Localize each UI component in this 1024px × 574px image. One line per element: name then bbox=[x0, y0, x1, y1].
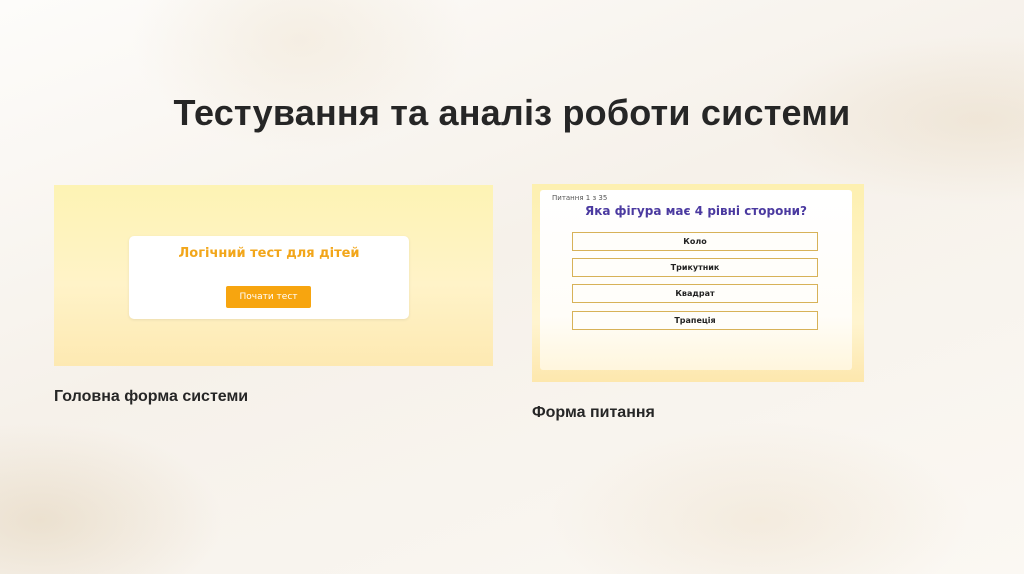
main-form-heading: Логічний тест для дітей bbox=[178, 246, 360, 261]
answer-option-2[interactable]: Трикутник bbox=[572, 258, 818, 277]
question-text: Яка фігура має 4 рівні сторони? bbox=[584, 204, 808, 218]
answer-option-3[interactable]: Квадрат bbox=[572, 284, 818, 303]
answer-option-4[interactable]: Трапеція bbox=[572, 311, 818, 330]
question-form-screenshot: Питання 1 з 35 Яка фігура має 4 рівні ст… bbox=[532, 184, 864, 382]
main-form-card: Логічний тест для дітей Почати тест bbox=[129, 236, 409, 319]
start-test-button[interactable]: Почати тест bbox=[226, 286, 311, 308]
main-form-screenshot: Логічний тест для дітей Почати тест bbox=[54, 185, 493, 366]
main-form-caption: Головна форма системи bbox=[54, 388, 249, 405]
slide-title: Тестування та аналіз роботи системи bbox=[173, 92, 851, 133]
question-counter: Питання 1 з 35 bbox=[552, 194, 608, 202]
answer-option-1[interactable]: Коло bbox=[572, 232, 818, 251]
question-card: Питання 1 з 35 Яка фігура має 4 рівні ст… bbox=[540, 190, 852, 370]
question-form-caption: Форма питання bbox=[532, 404, 655, 421]
